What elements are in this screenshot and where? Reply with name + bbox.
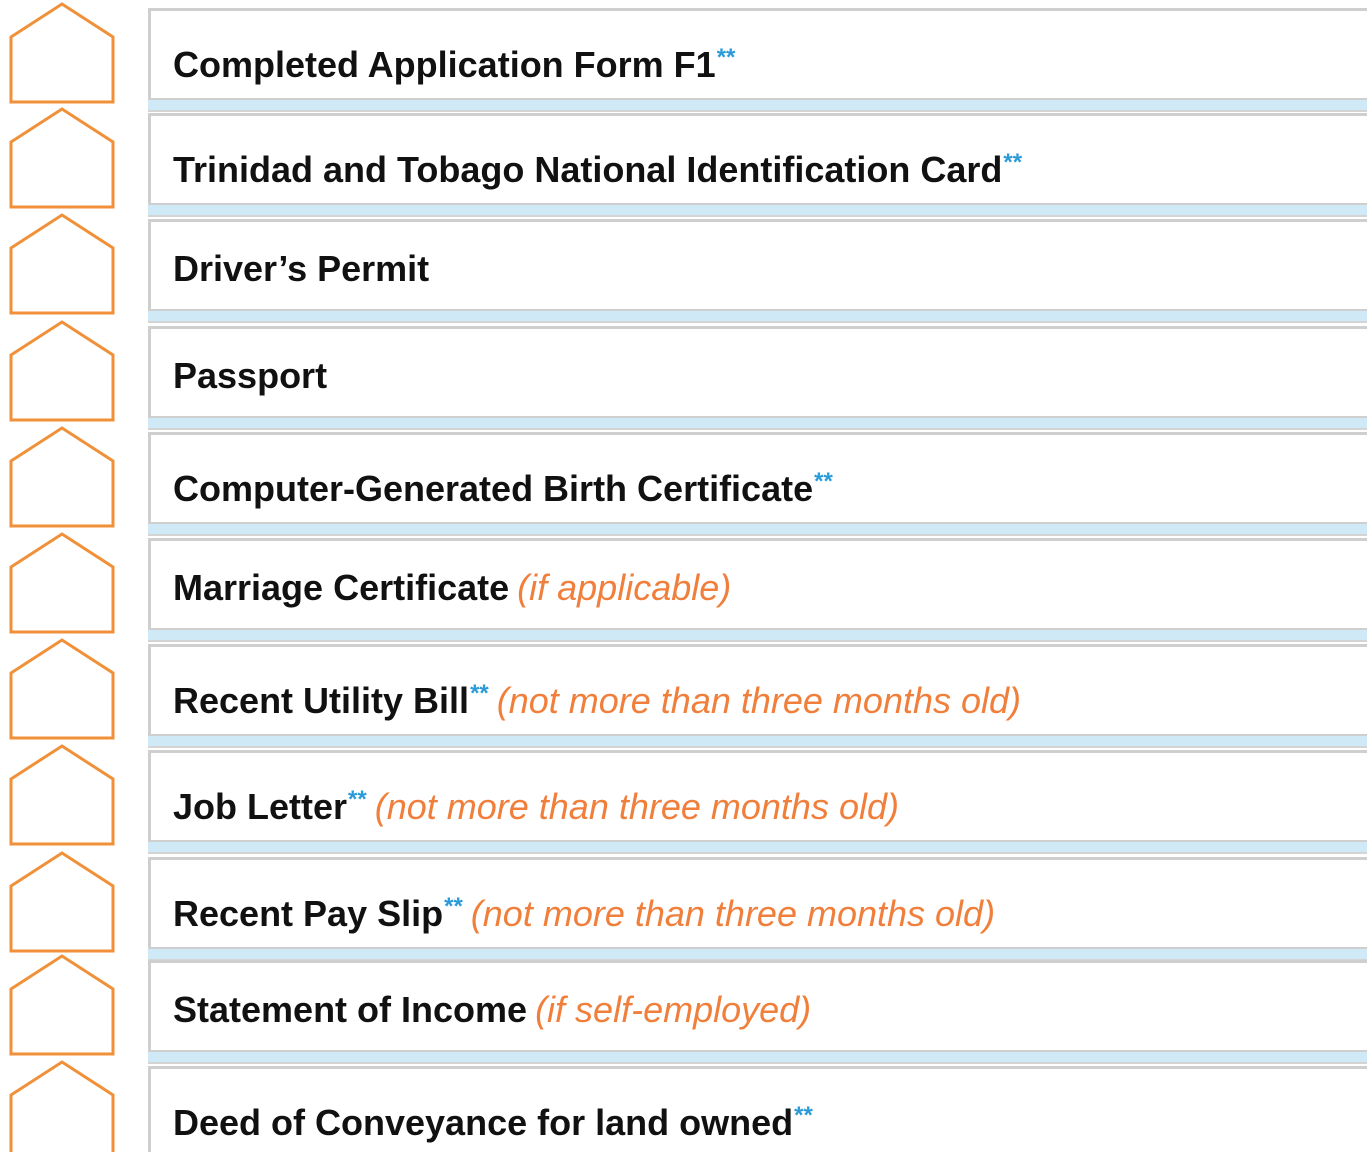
checklist-item: Trinidad and Tobago National Identificat… [0,105,1367,217]
checklist-item: Deed of Conveyance for land owned** [0,1058,1367,1152]
required-marker: ** [716,44,736,71]
checklist-item-label: Deed of Conveyance for land owned** [173,1096,813,1143]
house-checkbox-icon[interactable] [8,531,116,635]
checklist-card: Job Letter** (not more than three months … [148,750,1367,843]
checklist-card: Trinidad and Tobago National Identificat… [148,113,1367,206]
house-checkbox-icon[interactable] [8,212,116,316]
document-checklist: Completed Application Form F1** Trinidad… [0,0,1367,1152]
house-checkbox-icon[interactable] [8,637,116,741]
document-name: Completed Application Form F1 [173,44,716,85]
item-note: (not more than three months old) [374,786,899,827]
document-name: Recent Utility Bill [173,680,470,721]
checklist-item: Passport [0,318,1367,430]
house-checkbox-icon[interactable] [8,1059,116,1152]
checklist-item-label: Passport [173,356,327,396]
required-marker: ** [444,893,463,920]
checklist-item: Marriage Certificate (if applicable) [0,530,1367,642]
checklist-item-label: Recent Utility Bill** (not more than thre… [173,674,1021,721]
document-name: Trinidad and Tobago National Identificat… [173,149,1003,190]
house-checkbox-icon[interactable] [8,1,116,105]
document-name: Driver’s Permit [173,248,430,289]
checklist-card: Deed of Conveyance for land owned** [148,1066,1367,1152]
required-marker: ** [794,1102,813,1129]
required-marker: ** [814,468,833,495]
required-marker: ** [348,786,367,813]
required-marker: ** [470,680,489,707]
document-name: Computer-Generated Birth Certificate [173,468,814,509]
house-checkbox-icon[interactable] [8,319,116,423]
house-checkbox-icon[interactable] [8,425,116,529]
checklist-item: Recent Pay Slip** (not more than three mo… [0,849,1367,961]
checklist-card: Driver’s Permit [148,219,1367,312]
checklist-item: Statement of Income (if self-employed) [0,952,1367,1064]
checklist-item-label: Job Letter** (not more than three months … [173,780,899,827]
checklist-item-label: Trinidad and Tobago National Identificat… [173,143,1022,190]
item-note: (if self-employed) [535,989,812,1030]
checklist-item-label: Statement of Income (if self-employed) [173,990,811,1030]
house-checkbox-icon[interactable] [8,850,116,954]
item-note: (if applicable) [517,567,732,608]
document-name: Deed of Conveyance for land owned [173,1102,794,1143]
checklist-item-label: Driver’s Permit [173,249,429,289]
checklist-card: Recent Pay Slip** (not more than three mo… [148,857,1367,950]
checklist-item-label: Computer-Generated Birth Certificate** [173,462,833,509]
checklist-card: Completed Application Form F1** [148,8,1367,101]
house-checkbox-icon[interactable] [8,953,116,1057]
checklist-item-label: Completed Application Form F1** [173,38,735,85]
checklist-item: Driver’s Permit [0,211,1367,323]
item-note: (not more than three months old) [496,680,1022,721]
house-checkbox-icon[interactable] [8,743,116,847]
checklist-card: Statement of Income (if self-employed) [148,960,1367,1053]
checklist-item: Recent Utility Bill** (not more than thre… [0,636,1367,748]
checklist-card: Passport [148,326,1367,419]
checklist-item-label: Marriage Certificate (if applicable) [173,568,731,608]
checklist-item-label: Recent Pay Slip** (not more than three mo… [173,887,995,934]
house-checkbox-icon[interactable] [8,106,116,210]
checklist-item: Computer-Generated Birth Certificate** [0,424,1367,536]
required-marker: ** [1003,149,1023,176]
checklist-card: Marriage Certificate (if applicable) [148,538,1367,631]
checklist-item: Completed Application Form F1** [0,0,1367,112]
document-name: Marriage Certificate [173,567,510,608]
item-note: (not more than three months old) [470,893,996,934]
checklist-card: Recent Utility Bill** (not more than thre… [148,644,1367,737]
document-name: Job Letter [173,786,348,827]
document-name: Recent Pay Slip [173,893,444,934]
checklist-card: Computer-Generated Birth Certificate** [148,432,1367,525]
checklist-item: Job Letter** (not more than three months … [0,742,1367,854]
document-name: Passport [173,355,328,396]
document-name: Statement of Income [173,989,528,1030]
